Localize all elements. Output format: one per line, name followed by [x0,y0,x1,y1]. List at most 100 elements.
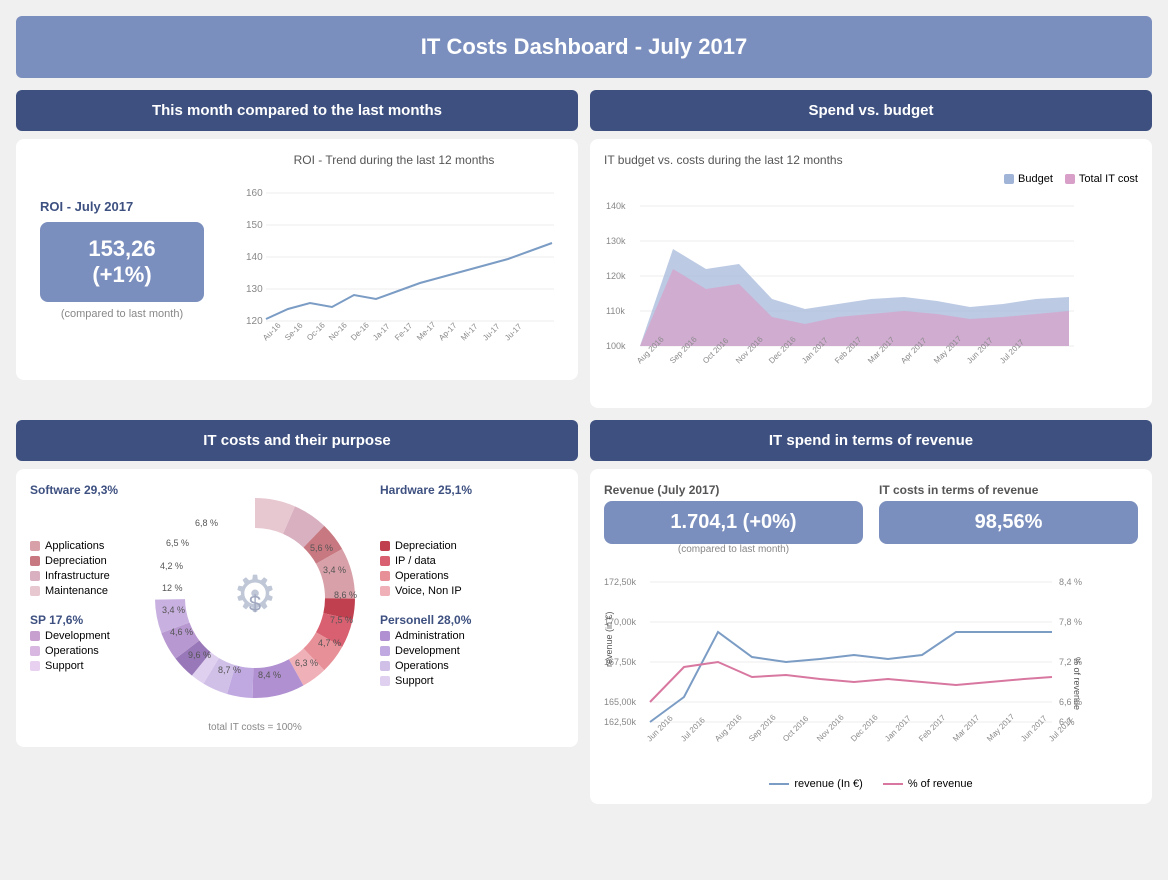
svg-text:6,3 %: 6,3 % [295,658,318,668]
svg-text:140: 140 [246,252,263,263]
legend-administration: Administration [380,630,480,642]
legend-support-pr: Support [380,675,480,687]
roi-chart-container: ROI - Trend during the last 12 months 16… [224,153,564,366]
legend-voice-non-ip: Voice, Non IP [380,585,480,597]
legend-infrastructure: Infrastructure [30,570,130,582]
svg-text:8,4 %: 8,4 % [1059,577,1082,587]
svg-text:Au-16: Au-16 [261,321,283,343]
sp-label: SP 17,6% [30,613,130,627]
software-legend: Applications Depreciation Infrastructure [30,500,130,597]
legend-operations-hw: Operations [380,570,480,582]
top-row: This month compared to the last months R… [16,90,1152,408]
svg-text:Jan 2017: Jan 2017 [883,713,913,743]
voice-non-ip-label: Voice, Non IP [395,585,462,597]
svg-text:Sep 2016: Sep 2016 [747,712,778,743]
it-costs-revenue-section: IT costs in terms of revenue 98,56% [879,483,1138,555]
section1-header: This month compared to the last months [16,90,578,131]
svg-text:Oc-16: Oc-16 [305,320,327,342]
svg-text:8,4 %: 8,4 % [258,670,281,680]
revenue-top: Revenue (July 2017) 1.704,1 (+0%) (compa… [604,483,1138,555]
maintenance-dot [30,586,40,596]
svg-text:4,7 %: 4,7 % [318,638,341,648]
administration-label: Administration [395,630,465,642]
hardware-legend: Depreciation IP / data Operations [380,500,480,597]
development-sp-dot [30,631,40,641]
donut-chart-wrapper: ⚙ $ 5,6 % 3,4 % 8,6 % 7,5 % 4,7 % 6,3 % … [140,483,370,733]
section4-header: IT spend in terms of revenue [590,420,1152,461]
applications-dot [30,541,40,551]
budget-legend: Budget Total IT cost [604,173,1138,185]
costs-value-box: 98,56% [879,501,1138,544]
legend-maintenance: Maintenance [30,585,130,597]
legend-development-pr: Development [380,645,480,657]
budget-color-dot [1004,174,1014,184]
pct-line-label: % of revenue [908,778,973,790]
voice-non-ip-dot [380,586,390,596]
development-pr-dot [380,646,390,656]
ip-data-dot [380,556,390,566]
svg-text:7,5 %: 7,5 % [330,615,353,625]
spend-budget-chart: 140k 130k 120k 110k 100k Aug [604,189,1094,389]
operations-pr-dot [380,661,390,671]
revenue-line-label: revenue (In €) [794,778,862,790]
ip-data-label: IP / data [395,555,436,567]
revenue-chart-legend: revenue (In €) % of revenue [604,778,1138,790]
left-legend: Software 29,3% Applications Depreciation [30,483,130,672]
depreciation-sw-dot [30,556,40,566]
legend-pct-line: % of revenue [883,778,973,790]
svg-text:8,6 %: 8,6 % [334,590,357,600]
software-label: Software 29,3% [30,483,130,497]
revenue-label: Revenue (July 2017) [604,483,863,497]
svg-text:4,2 %: 4,2 % [160,561,183,571]
svg-text:Me-17: Me-17 [415,320,438,343]
depreciation-hw-dot [380,541,390,551]
svg-text:Ja-17: Ja-17 [371,322,392,343]
svg-text:172,50k: 172,50k [604,577,637,587]
infrastructure-label: Infrastructure [45,570,110,582]
revenue-compare: (compared to last month) [604,544,863,555]
svg-text:Mi-17: Mi-17 [459,322,480,343]
svg-text:Mar 2017: Mar 2017 [951,713,982,744]
svg-text:130: 130 [246,284,263,295]
legend-support-sp: Support [30,660,130,672]
svg-text:9,6 %: 9,6 % [188,650,211,660]
svg-text:Jun 2017: Jun 2017 [1019,713,1049,743]
svg-text:Fe-17: Fe-17 [393,321,415,343]
svg-text:12 %: 12 % [162,583,183,593]
revenue-value-box: 1.704,1 (+0%) [604,501,863,544]
right-legend: Hardware 25,1% Depreciation IP / data [380,483,480,687]
svg-text:6,5 %: 6,5 % [166,538,189,548]
svg-text:% of revenue: % of revenue [1072,657,1082,710]
operations-hw-dot [380,571,390,581]
legend-applications: Applications [30,540,130,552]
legend-total-it-cost: Total IT cost [1065,173,1138,185]
donut-section: Software 29,3% Applications Depreciation [30,483,564,733]
page-title: IT Costs Dashboard - July 2017 [34,34,1134,60]
applications-label: Applications [45,540,104,552]
legend-operations-sp: Operations [30,645,130,657]
svg-text:4,6 %: 4,6 % [170,627,193,637]
roi-panel-inner: ROI - July 2017 153,26 (+1%) (compared t… [30,153,564,366]
bottom-row: IT costs and their purpose Software 29,3… [16,420,1152,804]
personell-legend: Administration Development Operations [380,630,480,687]
revenue-value-section: Revenue (July 2017) 1.704,1 (+0%) (compa… [604,483,863,555]
section-spend: Spend vs. budget IT budget vs. costs dur… [590,90,1152,408]
support-pr-label: Support [395,675,434,687]
roi-value-box: 153,26 (+1%) [40,222,204,302]
maintenance-label: Maintenance [45,585,108,597]
svg-text:3,4 %: 3,4 % [323,565,346,575]
donut-chart: ⚙ $ 5,6 % 3,4 % 8,6 % 7,5 % 4,7 % 6,3 % … [140,483,370,713]
svg-text:165,00k: 165,00k [604,697,637,707]
svg-text:6,8 %: 6,8 % [195,518,218,528]
total-it-cost-color-dot [1065,174,1075,184]
legend-revenue-line: revenue (In €) [769,778,862,790]
svg-text:3,4 %: 3,4 % [162,605,185,615]
svg-text:Oct 2016: Oct 2016 [781,714,811,744]
operations-hw-label: Operations [395,570,449,582]
operations-sp-label: Operations [45,645,99,657]
revenue-line-icon [769,782,789,786]
svg-text:De-16: De-16 [349,320,371,342]
hardware-label: Hardware 25,1% [380,483,480,497]
svg-text:No-16: No-16 [327,320,349,342]
svg-text:Nov 2016: Nov 2016 [815,712,846,743]
